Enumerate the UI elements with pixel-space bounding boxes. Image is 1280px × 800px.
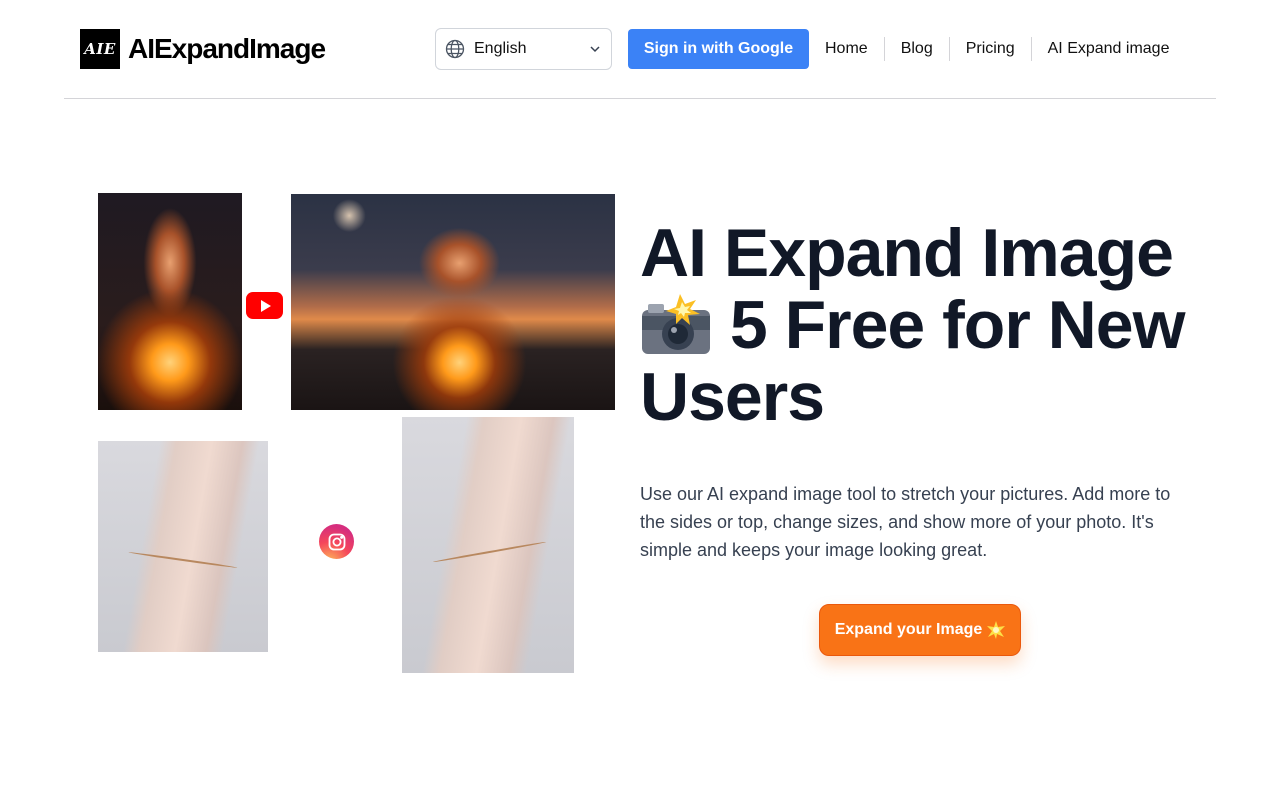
sample-original-wrist-image [98, 441, 268, 652]
expand-your-image-button[interactable]: Expand your Image [819, 604, 1021, 656]
hero-description: Use our AI expand image tool to stretch … [640, 484, 1171, 560]
site-logo: AIE [80, 29, 120, 69]
glowing-star-icon [987, 621, 1006, 639]
instagram-icon [319, 524, 354, 559]
youtube-icon [246, 292, 283, 319]
nav-blog[interactable]: Blog [885, 37, 949, 61]
hero-title-rest: 5 Free for New Users [640, 287, 1186, 435]
camera-with-flash-icon [640, 294, 712, 356]
language-selected-value: English [474, 40, 527, 57]
sample-expanded-wrist-image [402, 417, 574, 673]
brand-link[interactable]: AIE AIExpandImage [80, 29, 326, 69]
site-header: AIE AIExpandImage English Sign in with G… [64, 0, 1216, 99]
hero-title-main: AI Expand Image [640, 215, 1174, 291]
main-nav: Home Blog Pricing AI Expand image [809, 36, 1185, 62]
chevron-down-icon [590, 46, 600, 53]
cta-label: Expand your Image [834, 621, 983, 638]
language-select[interactable]: English [435, 28, 612, 70]
sample-expanded-portrait-image [291, 194, 615, 410]
globe-icon [445, 39, 465, 59]
brand-name: AIExpandImage [128, 33, 326, 64]
nav-home[interactable]: Home [809, 37, 884, 61]
sample-original-portrait-image [98, 193, 242, 410]
nav-ai-expand-image[interactable]: AI Expand image [1032, 37, 1186, 61]
nav-pricing[interactable]: Pricing [950, 37, 1031, 61]
hero-title: AI Expand Image 5 Free for New Users [640, 217, 1240, 433]
sign-in-google-button[interactable]: Sign in with Google [628, 29, 809, 69]
